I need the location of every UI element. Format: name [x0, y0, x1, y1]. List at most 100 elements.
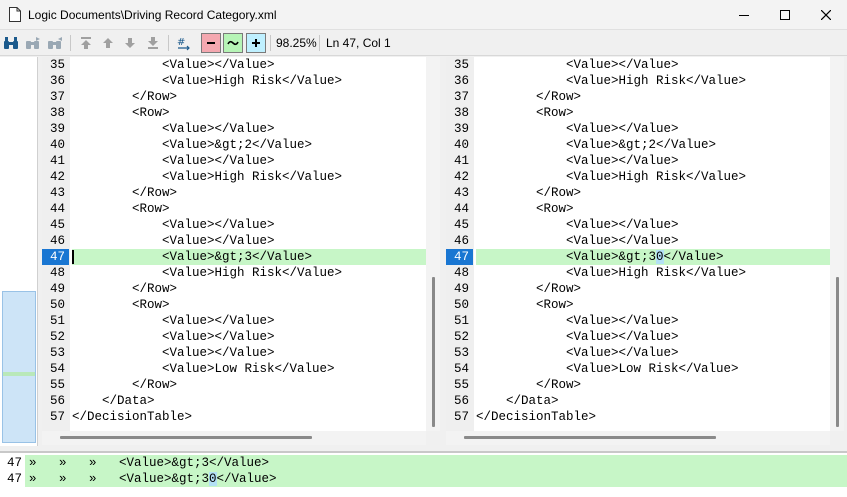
code-line[interactable]: 55 </Row> — [446, 377, 830, 393]
code-line[interactable]: 54 <Value>Low Risk</Value> — [42, 361, 426, 377]
code-line[interactable]: 37 </Row> — [446, 89, 830, 105]
code-line[interactable]: 36 <Value>High Risk</Value> — [446, 73, 830, 89]
code-line[interactable]: 48 <Value>High Risk</Value> — [446, 265, 830, 281]
code-line[interactable]: 53 <Value></Value> — [42, 345, 426, 361]
left-hscroll-thumb[interactable] — [60, 436, 312, 439]
line-text: <Value>High Risk</Value> — [72, 74, 343, 88]
line-text: <Value></Value> — [476, 154, 679, 168]
left-file-pane[interactable]: 35 <Value></Value> 36 <Value>High Risk</V… — [42, 57, 426, 431]
code-line[interactable]: 44 <Row> — [42, 201, 426, 217]
line-text: <Value>Low Risk</Value> — [72, 362, 335, 376]
code-line[interactable]: 35 <Value></Value> — [42, 57, 426, 73]
last-difference-button[interactable] — [143, 33, 163, 53]
show-added-button[interactable] — [246, 33, 266, 53]
line-text: <Value></Value> — [72, 218, 275, 232]
overview-change-marker — [3, 372, 35, 376]
minimize-button[interactable] — [724, 0, 764, 30]
line-text-post: </Value> — [663, 250, 724, 264]
document-icon — [9, 7, 21, 22]
code-line[interactable]: 39 <Value></Value> — [446, 121, 830, 137]
left-vscroll-thumb[interactable] — [432, 277, 435, 427]
line-text: <Value></Value> — [476, 122, 679, 136]
code-line[interactable]: 43 </Row> — [446, 185, 830, 201]
code-line[interactable]: 46 <Value></Value> — [42, 233, 426, 249]
find-previous-icon — [48, 37, 62, 49]
code-line[interactable]: 40 <Value>&gt;2</Value> — [42, 137, 426, 153]
line-text: <Value>High Risk</Value> — [72, 170, 343, 184]
code-line[interactable]: 46 <Value></Value> — [446, 233, 830, 249]
line-number: 42 — [453, 170, 469, 184]
code-line[interactable]: 55 </Row> — [42, 377, 426, 393]
line-text: </Row> — [72, 378, 178, 392]
line-text: <Value></Value> — [476, 234, 679, 248]
code-line[interactable]: 42 <Value>High Risk</Value> — [42, 169, 426, 185]
line-number: 44 — [49, 202, 65, 216]
previous-difference-button[interactable] — [98, 33, 118, 53]
code-line[interactable]: 39 <Value></Value> — [42, 121, 426, 137]
toolbar: # 98.25% Ln 47, Col 1 — [0, 30, 847, 56]
code-line[interactable]: 51 <Value></Value> — [42, 313, 426, 329]
right-vertical-scrollbar[interactable] — [830, 57, 844, 431]
show-removed-button[interactable] — [201, 33, 221, 53]
right-horizontal-scrollbar[interactable] — [446, 431, 830, 445]
code-line[interactable]: 53 <Value></Value> — [446, 345, 830, 361]
code-line[interactable]: 47 <Value>&gt;30</Value> — [446, 249, 830, 265]
code-line[interactable]: 49 </Row> — [446, 281, 830, 297]
left-vertical-scrollbar[interactable] — [426, 57, 440, 431]
compare-diff-char: 0 — [209, 472, 217, 486]
code-line[interactable]: 41 <Value></Value> — [446, 153, 830, 169]
code-line[interactable]: 50 <Row> — [42, 297, 426, 313]
code-line[interactable]: 36 <Value>High Risk</Value> — [42, 73, 426, 89]
code-line[interactable]: 45 <Value></Value> — [446, 217, 830, 233]
right-hscroll-thumb[interactable] — [464, 436, 716, 439]
line-number: 40 — [49, 138, 65, 152]
code-line[interactable]: 35 <Value></Value> — [446, 57, 830, 73]
code-line[interactable]: 41 <Value></Value> — [42, 153, 426, 169]
code-line[interactable]: 40 <Value>&gt;2</Value> — [446, 137, 830, 153]
location-overview[interactable] — [0, 57, 38, 446]
arrow-top-icon — [81, 37, 91, 49]
code-line[interactable]: 54 <Value>Low Risk</Value> — [446, 361, 830, 377]
find-button[interactable] — [1, 33, 21, 53]
code-line[interactable]: 47 <Value>&gt;3</Value> — [42, 249, 426, 265]
code-line[interactable]: 50 <Row> — [446, 297, 830, 313]
code-line[interactable]: 57 </DecisionTable> — [42, 409, 426, 425]
code-line[interactable]: 57 </DecisionTable> — [446, 409, 830, 425]
find-next-button[interactable] — [23, 33, 43, 53]
code-line[interactable]: 52 <Value></Value> — [42, 329, 426, 345]
code-line[interactable]: 38 <Row> — [42, 105, 426, 121]
line-text: <Value>&gt;3</Value> — [72, 250, 313, 264]
overview-viewport[interactable] — [2, 291, 36, 443]
line-compare-panel[interactable]: 47 » » » <Value>&gt;3</Value> 47 » » » <… — [0, 451, 847, 497]
code-line[interactable]: 43 </Row> — [42, 185, 426, 201]
right-vscroll-thumb[interactable] — [836, 277, 839, 427]
line-text: <Value>&gt;2</Value> — [72, 138, 313, 152]
next-difference-button[interactable] — [120, 33, 140, 53]
code-line[interactable]: 56 </Data> — [42, 393, 426, 409]
compare-line-number: 47 — [0, 455, 25, 471]
tab-markers: » » » — [29, 456, 120, 470]
code-line[interactable]: 51 <Value></Value> — [446, 313, 830, 329]
maximize-button[interactable] — [765, 0, 805, 30]
first-difference-button[interactable] — [76, 33, 96, 53]
line-numbers-button[interactable]: # — [174, 33, 194, 53]
right-file-pane[interactable]: 35 <Value></Value> 36 <Value>High Risk</V… — [446, 57, 830, 431]
find-previous-button[interactable] — [45, 33, 65, 53]
line-text: <Value>&gt;2</Value> — [476, 138, 717, 152]
line-number: 38 — [453, 106, 469, 120]
code-line[interactable]: 52 <Value></Value> — [446, 329, 830, 345]
close-button[interactable] — [806, 0, 846, 30]
line-number: 57 — [49, 410, 65, 424]
code-line[interactable]: 45 <Value></Value> — [42, 217, 426, 233]
code-line[interactable]: 48 <Value>High Risk</Value> — [42, 265, 426, 281]
code-line[interactable]: 37 </Row> — [42, 89, 426, 105]
code-line[interactable]: 49 </Row> — [42, 281, 426, 297]
line-text: <Value></Value> — [72, 154, 275, 168]
left-horizontal-scrollbar[interactable] — [42, 431, 426, 445]
code-line[interactable]: 56 </Data> — [446, 393, 830, 409]
code-line[interactable]: 44 <Row> — [446, 201, 830, 217]
code-line[interactable]: 38 <Row> — [446, 105, 830, 121]
show-changed-button[interactable] — [223, 33, 243, 53]
code-line[interactable]: 42 <Value>High Risk</Value> — [446, 169, 830, 185]
line-text: </Row> — [476, 282, 582, 296]
